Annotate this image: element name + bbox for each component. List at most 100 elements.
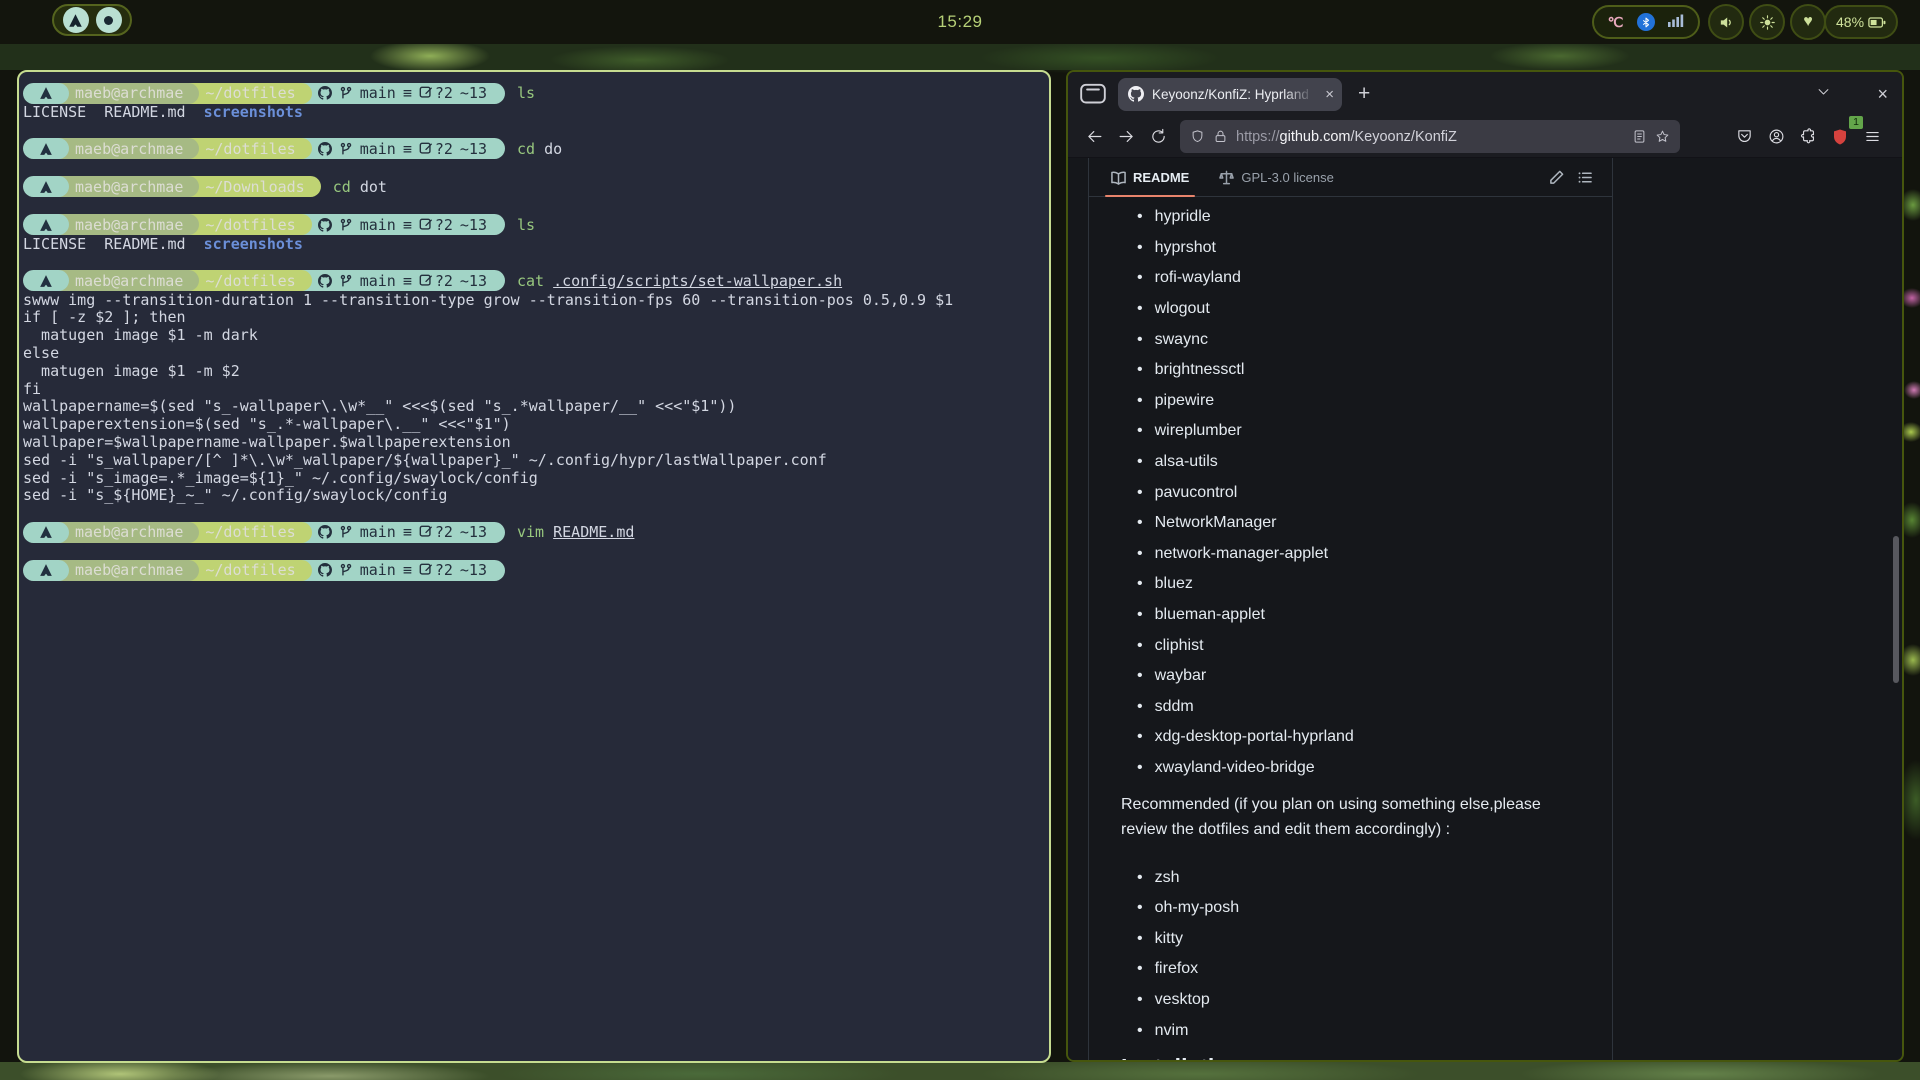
volume-button[interactable] <box>1708 4 1744 40</box>
list-item: brightnessctl <box>1121 355 1580 386</box>
list-item: waybar <box>1121 661 1580 692</box>
reload-button[interactable] <box>1142 122 1174 152</box>
command: vim README.md <box>517 523 634 541</box>
prompt-os-segment <box>23 138 69 159</box>
forward-arrow-icon <box>1118 128 1135 145</box>
url-bar[interactable]: https://github.com/Keyoonz/KonfiZ <box>1180 120 1680 153</box>
github-icon <box>318 142 332 156</box>
list-item: vesktop <box>1121 985 1580 1016</box>
list-item: swaync <box>1121 324 1580 355</box>
firefox-view-button[interactable] <box>1080 81 1106 107</box>
ublock-button[interactable]: 1 <box>1824 122 1856 152</box>
list-tabs-button[interactable] <box>1816 84 1831 104</box>
readme-sticky-header: README GPL-3.0 license <box>1089 158 1612 197</box>
prompt-user: maeb@archmae <box>47 214 199 235</box>
git-edit-icon <box>419 142 433 156</box>
command: ls <box>517 84 535 102</box>
list-item: firefox <box>1121 954 1580 985</box>
terminal-block: maeb@archmae ~/dotfiles main≡ ?2~13 cat … <box>23 270 1045 506</box>
github-icon <box>318 274 332 288</box>
edit-readme-button[interactable] <box>1542 170 1570 185</box>
git-branch-icon <box>339 142 353 156</box>
heart-icon: ♥ <box>1803 14 1813 30</box>
terminal-block: maeb@archmae ~/dotfiles main≡ ?2~13 ls L… <box>23 214 1045 254</box>
prompt-git-segment: main≡ ?2~13 <box>290 522 505 543</box>
new-tab-button[interactable]: + <box>1358 82 1370 106</box>
prompt-line: maeb@archmae ~/Downloads cd dot <box>23 176 1045 198</box>
prompt-os-segment <box>23 522 69 543</box>
script-line: fi <box>23 381 1045 399</box>
github-page: README GPL-3.0 license hypridle hyprshot <box>1068 158 1902 1060</box>
git-branch-icon <box>339 563 353 577</box>
bluetooth-icon[interactable] <box>1637 13 1655 31</box>
prompt-user: maeb@archmae <box>47 560 199 581</box>
prompt-user: maeb@archmae <box>47 138 199 159</box>
prompt-user: maeb@archmae <box>47 270 199 291</box>
terminal-block: maeb@archmae ~/dotfiles main≡ ?2~13 cd d… <box>23 138 1045 160</box>
list-outline-icon <box>1577 170 1592 185</box>
script-line: wallpaperextension=$(sed "s_.*-wallpaper… <box>23 416 1045 434</box>
desktop: 15:29 ℃ ♥ 48% maeb@a <box>0 0 1920 1080</box>
book-icon <box>1111 170 1126 185</box>
ublock-shield-icon <box>1831 128 1849 146</box>
forward-button[interactable] <box>1110 122 1142 152</box>
firefox-window: Keyoonz/KonfiZ: Hyprland × + × https://g… <box>1066 70 1904 1062</box>
list-item: oh-my-posh <box>1121 893 1580 924</box>
script-line: swww img --transition-duration 1 --trans… <box>23 292 1045 310</box>
terminal-block: maeb@archmae ~/Downloads cd dot <box>23 176 1045 198</box>
github-icon <box>318 563 332 577</box>
pocket-button[interactable] <box>1728 122 1760 152</box>
bookmark-star-icon[interactable] <box>1655 129 1670 144</box>
git-changes: ?2 <box>435 84 453 102</box>
readme-container: README GPL-3.0 license hypridle hyprshot <box>1088 158 1613 1062</box>
prompt-os-segment <box>23 214 69 235</box>
favorites-button[interactable]: ♥ <box>1790 4 1826 40</box>
outline-button[interactable] <box>1570 170 1598 185</box>
tab-license[interactable]: GPL-3.0 license <box>1211 158 1342 197</box>
brightness-button[interactable] <box>1749 4 1785 40</box>
temperature-tray-icon[interactable]: ℃ <box>1608 14 1624 31</box>
tab-close-button[interactable]: × <box>1325 86 1334 103</box>
battery-indicator[interactable]: 48% <box>1824 5 1898 39</box>
puzzle-piece-icon <box>1800 128 1817 145</box>
list-item: pipewire <box>1121 386 1580 417</box>
back-button[interactable] <box>1078 122 1110 152</box>
status-bar: 15:29 ℃ ♥ 48% <box>0 0 1920 44</box>
tab-keyoonz-konfiz[interactable]: Keyoonz/KonfiZ: Hyprland × <box>1118 78 1342 111</box>
git-edit-icon <box>419 525 433 539</box>
list-item: NetworkManager <box>1121 508 1580 539</box>
url-text: https://github.com/Keyoonz/KonfiZ <box>1236 129 1457 145</box>
prompt-line: maeb@archmae ~/dotfiles main≡ ?2~13 cat … <box>23 270 1045 292</box>
prompt-os-segment <box>23 560 69 581</box>
account-button[interactable] <box>1760 122 1792 152</box>
list-item: nvim <box>1121 1015 1580 1046</box>
account-icon <box>1768 128 1785 145</box>
pencil-icon <box>1549 170 1564 185</box>
github-icon <box>318 525 332 539</box>
chevron-down-icon <box>1816 84 1831 99</box>
list-item: blueman-applet <box>1121 600 1580 631</box>
git-branch-name: main <box>360 84 396 102</box>
scrollbar-thumb[interactable] <box>1893 536 1899 683</box>
terminal-window[interactable]: maeb@archmae ~/dotfiles main ≡ ?2 ~13 ls… <box>17 70 1051 1063</box>
tab-readme[interactable]: README <box>1103 158 1197 197</box>
git-branch-icon <box>339 218 353 232</box>
window-close-button[interactable]: × <box>1877 84 1888 105</box>
git-branch-icon <box>339 525 353 539</box>
prompt-git-segment: main≡ ?2~13 <box>290 560 505 581</box>
extensions-button[interactable] <box>1792 122 1824 152</box>
terminal-block: maeb@archmae ~/dotfiles main ≡ ?2 ~13 ls… <box>23 82 1045 122</box>
script-line: matugen image $1 -m $2 <box>23 363 1045 381</box>
network-signal-icon[interactable] <box>1668 13 1684 32</box>
tab-title-fade <box>1284 78 1314 111</box>
prompt-user: maeb@archmae <box>47 522 199 543</box>
prompt-git-segment: main≡ ?2~13 <box>290 138 505 159</box>
terminal-block: maeb@archmae ~/dotfiles main≡ ?2~13 vim … <box>23 521 1045 543</box>
firefox-view-icon <box>1080 83 1106 104</box>
git-edit-icon <box>419 218 433 232</box>
list-item: wireplumber <box>1121 416 1580 447</box>
pocket-icon <box>1736 128 1753 145</box>
reader-view-icon[interactable] <box>1632 129 1647 144</box>
list-item: sddm <box>1121 692 1580 723</box>
script-line: sed -i "s_image=.*_image=${1}_" ~/.confi… <box>23 470 1045 488</box>
